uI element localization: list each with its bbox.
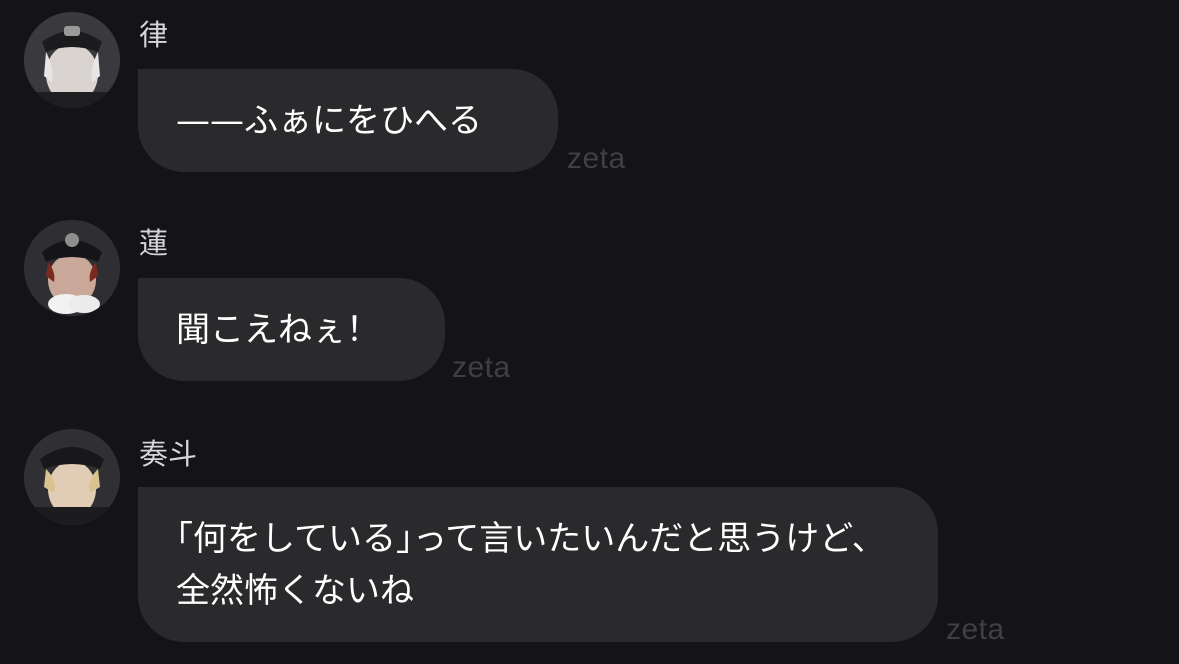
sender-name: 奏斗 — [139, 437, 198, 471]
avatar[interactable] — [24, 429, 120, 525]
avatar-image — [24, 429, 120, 525]
watermark: zeta — [946, 613, 1005, 646]
chat-message: 奏斗 ｢何をしている｣って言いたいんだと思うけど、全然怖くないね zeta — [0, 0, 1179, 664]
message-bubble[interactable]: ｢何をしている｣って言いたいんだと思うけど、全然怖くないね — [138, 487, 938, 642]
